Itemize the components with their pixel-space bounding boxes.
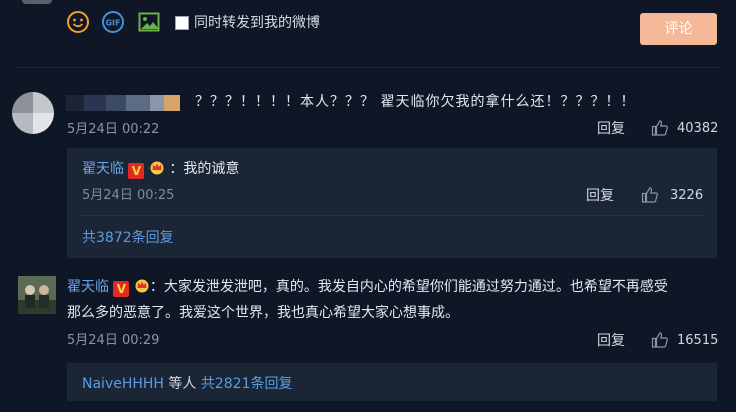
like-count: 3226 (670, 188, 704, 203)
more-replies-link[interactable]: 共2821条回复 (201, 376, 293, 392)
comment-author[interactable]: 翟天临 (67, 279, 109, 295)
reply-date: 5月24日 00:25 (82, 188, 175, 203)
crown-icon (135, 279, 149, 293)
forward-checkbox[interactable] (175, 16, 189, 30)
like-count: 16515 (677, 333, 719, 348)
reply-user-link[interactable]: NaiveHHHH (82, 376, 164, 392)
gif-icon[interactable]: GIF (101, 10, 125, 34)
submit-comment-button[interactable]: 评论 (640, 13, 717, 45)
reply-author[interactable]: 翟天临 (82, 161, 124, 177)
divider (80, 215, 704, 216)
verified-v-icon: V (128, 163, 145, 179)
more-replies-link[interactable]: 共3872条回复 (82, 228, 174, 248)
image-icon[interactable] (138, 11, 160, 33)
reply-item: 翟天临 V ：我的诚意 (82, 159, 239, 179)
reply-button[interactable]: 回复 (597, 119, 625, 139)
comment-text: 翟天临 V ：大家发泄发泄吧，真的。我发自内心的希望你们能通过努力通过。也希望不… (67, 276, 717, 324)
like-icon[interactable] (651, 119, 669, 137)
like-count: 40382 (677, 121, 719, 136)
reply-text: ：我的诚意 (169, 161, 240, 177)
current-user-avatar (22, 0, 52, 4)
avatar[interactable] (12, 92, 54, 134)
forward-label: 同时转发到我的微博 (194, 15, 320, 31)
crown-icon (150, 161, 164, 175)
reply-button[interactable]: 回复 (586, 186, 614, 206)
reply-button[interactable]: 回复 (597, 331, 625, 351)
blurred-username[interactable] (66, 95, 180, 111)
gif-icon-label: GIF (105, 19, 120, 28)
comment-text: ？？？！！！！本人？？？ 翟天临你欠我的拿什么还！？？？！！ (195, 94, 636, 110)
reply-etc-label: 等人 (163, 376, 201, 392)
like-icon[interactable] (641, 186, 659, 204)
comment-text-line2: 那么多的恶意了。我爱这个世界，我也真心希望大家心想事成。 (67, 305, 459, 321)
comment-text-line1: ：大家发泄发泄吧，真的。我发自内心的希望你们能通过努力通过。也希望不再感受 (149, 279, 668, 295)
comment-date: 5月24日 00:22 (67, 122, 160, 137)
reply-summary: NaiveHHHH 等人 共2821条回复 (82, 374, 293, 394)
divider (18, 67, 718, 68)
verified-v-icon: V (113, 281, 130, 297)
emoji-icon[interactable] (66, 10, 90, 34)
avatar[interactable] (18, 276, 56, 314)
like-icon[interactable] (651, 331, 669, 349)
comment-date: 5月24日 00:29 (67, 333, 160, 348)
